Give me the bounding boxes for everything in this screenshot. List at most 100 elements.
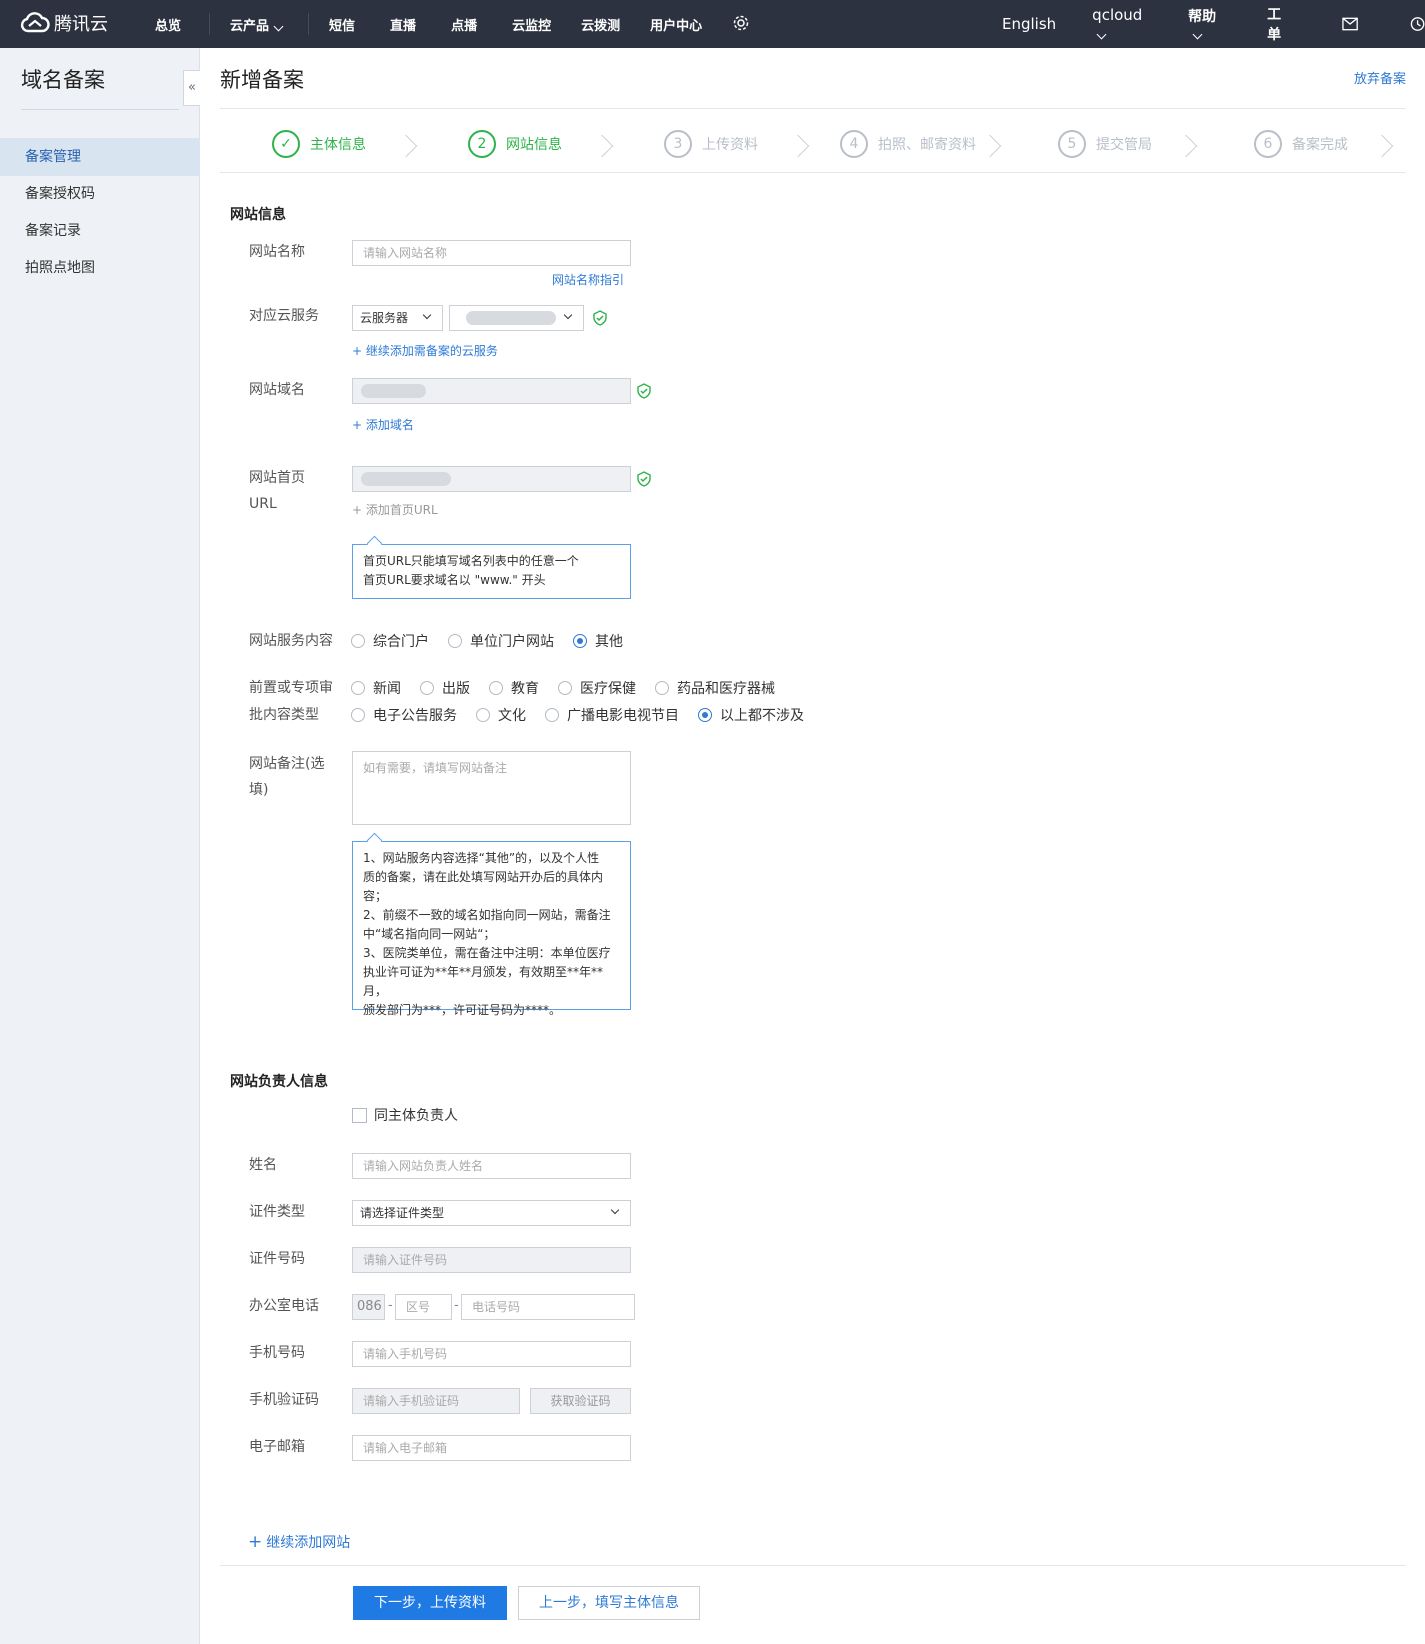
radio-label: 其他 <box>595 634 623 650</box>
radio-other[interactable]: 其他 <box>573 631 623 651</box>
top-navbar: 腾讯云 总览 云产品 短信 直播 点播 云监控 云拨测 用户中心 English… <box>0 0 1425 48</box>
step-arrow-icon <box>978 134 1002 158</box>
redacted-domain <box>361 384 426 398</box>
add-homepage-url-link[interactable]: + 添加首页URL <box>352 501 438 518</box>
add-domain-link[interactable]: + 添加域名 <box>352 416 414 433</box>
radio-none[interactable]: 以上都不涉及 <box>698 705 804 725</box>
tip-line: 3、医院类单位，需在备注中注明：本单位医疗 <box>363 946 611 960</box>
radio-circle <box>448 634 462 648</box>
sidebar-item-records[interactable]: 备案记录 <box>0 212 200 250</box>
next-step-button[interactable]: 下一步，上传资料 <box>353 1586 507 1620</box>
step-submit: 5 提交管局 <box>1058 130 1152 158</box>
owner-section-title: 网站负责人信息 <box>230 1074 328 1090</box>
account-name: qcloud <box>1092 6 1143 24</box>
sidebar-item-photo-map[interactable]: 拍照点地图 <box>0 249 200 287</box>
nav-user-center[interactable]: 用户中心 <box>650 15 702 34</box>
cloud-instance-select[interactable] <box>449 305 584 331</box>
radio-org-portal[interactable]: 单位门户网站 <box>448 631 554 651</box>
nav-live[interactable]: 直播 <box>390 15 416 34</box>
chevron-down-icon <box>610 1205 620 1215</box>
page-title: 新增备案 <box>220 68 304 92</box>
site-name-guide-link[interactable]: 网站名称指引 <box>552 271 624 288</box>
mobile-input[interactable]: 请输入手机号码 <box>352 1341 631 1367</box>
nav-sms[interactable]: 短信 <box>329 15 355 34</box>
id-number-input[interactable]: 请输入证件号码 <box>352 1247 631 1273</box>
previous-step-button[interactable]: 上一步，填写主体信息 <box>518 1586 700 1620</box>
site-name-input[interactable]: 请输入网站名称 <box>352 240 631 266</box>
radio-publishing[interactable]: 出版 <box>420 678 470 698</box>
nav-ticket[interactable]: 工单 <box>1267 4 1294 44</box>
nav-monitor[interactable]: 云监控 <box>512 15 551 34</box>
chevron-down-icon <box>422 310 432 320</box>
sidebar-item-auth-code[interactable]: 备案授权码 <box>0 175 200 213</box>
collapse-sidebar-button[interactable]: « <box>183 70 200 106</box>
sidebar-item-icp-management[interactable]: 备案管理 <box>0 138 200 176</box>
radio-broadcast[interactable]: 广播电影电视节目 <box>545 705 679 725</box>
owner-name-label: 姓名 <box>249 1157 277 1173</box>
chevron-down-icon <box>1192 29 1203 40</box>
cloud-type-select[interactable]: 云服务器 <box>352 305 443 331</box>
radio-healthcare[interactable]: 医疗保健 <box>558 678 636 698</box>
step-site-info: 2 网站信息 <box>468 130 562 158</box>
site-domain-label: 网站域名 <box>249 382 305 398</box>
step-label: 网站信息 <box>506 137 562 153</box>
remark-label-2: 填) <box>249 782 269 798</box>
owner-name-input[interactable]: 请输入网站负责人姓名 <box>352 1153 631 1179</box>
pre-approval-label-2: 批内容类型 <box>249 707 319 723</box>
radio-drugs[interactable]: 药品和医疗器械 <box>655 678 775 698</box>
area-code-input[interactable]: 区号 <box>395 1294 452 1320</box>
mail-icon[interactable] <box>1341 17 1358 31</box>
radio-education[interactable]: 教育 <box>489 678 539 698</box>
plus-icon: + <box>248 1532 263 1552</box>
sidebar-title: 域名备案 <box>21 68 105 92</box>
radio-circle <box>655 681 669 695</box>
gear-icon[interactable] <box>732 14 750 32</box>
brand-logo[interactable]: 腾讯云 <box>20 10 108 36</box>
radio-label: 单位门户网站 <box>470 634 554 650</box>
nav-overview[interactable]: 总览 <box>155 15 181 34</box>
add-another-site-link[interactable]: + 继续添加网站 <box>248 1532 350 1552</box>
sms-code-input[interactable]: 请输入手机验证码 <box>352 1388 520 1414</box>
same-as-entity-checkbox[interactable]: 同主体负责人 <box>352 1105 458 1125</box>
step-number: 6 <box>1254 130 1282 158</box>
nav-english[interactable]: English <box>1002 15 1056 33</box>
step-label: 拍照、邮寄资料 <box>878 137 976 153</box>
get-sms-code-button[interactable]: 获取验证码 <box>530 1388 631 1414</box>
radio-label: 教育 <box>511 681 539 697</box>
radio-circle <box>420 681 434 695</box>
nav-help[interactable]: 帮助 <box>1188 6 1227 42</box>
remark-textarea[interactable]: 如有需要，请填写网站备注 <box>352 751 631 825</box>
check-ok-icon <box>637 471 651 487</box>
nav-account[interactable]: qcloud <box>1092 6 1152 42</box>
step-arrow-icon <box>1370 134 1394 158</box>
country-code-field: 086 <box>352 1294 385 1320</box>
radio-circle <box>476 708 490 722</box>
site-domain-input[interactable] <box>352 378 631 404</box>
homepage-url-input[interactable] <box>352 466 631 492</box>
nav-divider <box>308 13 310 35</box>
add-cloud-service-link[interactable]: + 继续添加需备案的云服务 <box>352 342 498 359</box>
sidebar-divider <box>21 109 179 110</box>
step-number: 4 <box>840 130 868 158</box>
radio-bbs[interactable]: 电子公告服务 <box>351 705 457 725</box>
tip-line: 2、前缀不一致的域名如指向同一网站，需备注 <box>363 908 611 922</box>
history-icon[interactable] <box>1410 16 1425 32</box>
nav-vod[interactable]: 点播 <box>451 15 477 34</box>
abandon-filing-link[interactable]: 放弃备案 <box>1354 68 1406 87</box>
checkbox-box <box>352 1107 367 1123</box>
radio-label: 综合门户 <box>373 634 429 650</box>
phone-number-input[interactable]: 电话号码 <box>461 1294 635 1320</box>
redacted-url <box>361 472 451 486</box>
radio-news[interactable]: 新闻 <box>351 678 401 698</box>
nav-products[interactable]: 云产品 <box>230 15 284 34</box>
step-upload: 3 上传资料 <box>664 130 758 158</box>
radio-portal[interactable]: 综合门户 <box>351 631 429 651</box>
email-input[interactable]: 请输入电子邮箱 <box>352 1435 631 1461</box>
step-check-icon: ✓ <box>272 130 300 158</box>
step-label: 主体信息 <box>310 137 366 153</box>
radio-culture[interactable]: 文化 <box>476 705 526 725</box>
step-arrow-icon <box>786 134 810 158</box>
title-divider <box>220 108 1406 109</box>
nav-dialtest[interactable]: 云拨测 <box>581 15 620 34</box>
id-type-select[interactable]: 请选择证件类型 <box>352 1200 631 1226</box>
